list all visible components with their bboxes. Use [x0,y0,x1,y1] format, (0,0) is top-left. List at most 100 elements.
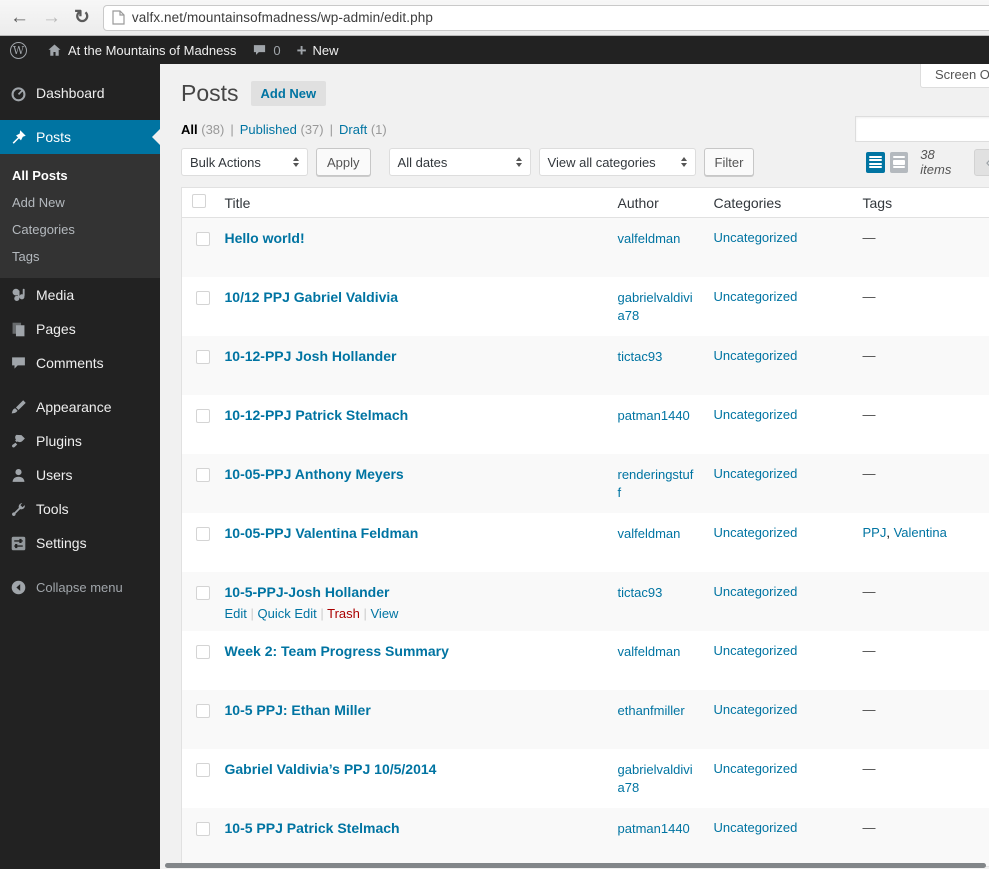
author-link[interactable]: gabrielvaldivia78 [618,762,693,796]
post-title-link[interactable]: 10-05-PPJ Valentina Feldman [225,525,419,541]
sidebar-item-tags[interactable]: Tags [0,243,160,270]
author-link[interactable]: patman1440 [618,821,690,836]
bulk-actions-select[interactable]: Bulk Actions [181,148,308,176]
category-link[interactable]: Uncategorized [714,230,798,245]
select-arrows-icon [680,157,687,167]
excerpt-view-icon[interactable] [889,151,909,173]
sidebar-item-pages[interactable]: Pages [0,312,160,346]
post-title-link[interactable]: 10-5 PPJ: Ethan Miller [225,702,371,718]
row-checkbox[interactable] [196,349,211,364]
site-name-item[interactable]: At the Mountains of Madness [47,43,236,58]
first-page-button[interactable]: « [973,148,989,176]
dates-filter-select[interactable]: All dates [388,148,531,176]
post-title-link[interactable]: Hello world! [225,230,305,246]
author-link[interactable]: tictac93 [618,585,663,600]
row-action-trash[interactable]: Trash [327,606,360,621]
category-link[interactable]: Uncategorized [714,525,798,540]
category-link[interactable]: Uncategorized [714,820,798,835]
view-draft-link[interactable]: Draft (1) [339,122,387,137]
category-link[interactable]: Uncategorized [714,702,798,717]
column-header-title[interactable]: Title [214,187,608,218]
horizontal-scrollbar[interactable] [165,863,986,868]
filter-button[interactable]: Filter [703,148,755,176]
category-link[interactable]: Uncategorized [714,289,798,304]
search-posts-input[interactable] [855,116,989,142]
dashboard-icon [8,83,28,103]
sidebar-item-plugins[interactable]: Plugins [0,424,160,458]
new-item[interactable]: + New [297,42,339,59]
wp-admin-bar: W At the Mountains of Madness 0 + New [0,36,989,64]
sidebar-item-users[interactable]: Users [0,458,160,492]
sidebar-item-add-new[interactable]: Add New [0,189,160,216]
author-link[interactable]: valfeldman [618,231,681,246]
row-checkbox[interactable] [196,526,211,541]
url-text: valfx.net/mountainsofmadness/wp-admin/ed… [131,10,433,25]
category-link[interactable]: Uncategorized [714,643,798,658]
post-title-link[interactable]: 10-12-PPJ Josh Hollander [225,348,397,364]
no-tags-dash: — [862,406,876,422]
row-checkbox[interactable] [196,703,211,718]
sidebar-item-dashboard[interactable]: Dashboard [0,76,160,110]
select-all-checkbox[interactable] [192,194,206,208]
back-icon[interactable]: ← [10,8,29,27]
row-checkbox[interactable] [196,644,211,659]
sidebar-item-tools[interactable]: Tools [0,492,160,526]
post-title-link[interactable]: 10-5 PPJ Patrick Stelmach [225,820,400,836]
post-title-link[interactable]: 10/12 PPJ Gabriel Valdivia [225,289,399,305]
post-title-link[interactable]: Gabriel Valdivia’s PPJ 10/5/2014 [225,761,437,777]
wordpress-logo-icon[interactable]: W [10,41,27,59]
title-cell: 10-12-PPJ Josh Hollander [215,336,608,395]
tag-link[interactable]: PPJ [863,525,887,540]
category-link[interactable]: Uncategorized [714,466,798,481]
post-title-link[interactable]: 10-5-PPJ-Josh Hollander [225,584,390,600]
select-arrows-icon [515,157,522,167]
row-checkbox[interactable] [196,821,211,836]
row-checkbox[interactable] [196,762,211,777]
page-title: Posts [181,80,239,106]
sidebar-item-appearance[interactable]: Appearance [0,390,160,424]
add-new-button[interactable]: Add New [250,81,327,106]
category-link[interactable]: Uncategorized [714,584,798,599]
category-link[interactable]: Uncategorized [714,348,798,363]
view-published-link[interactable]: Published (37) [240,122,324,137]
address-bar[interactable]: valfx.net/mountainsofmadness/wp-admin/ed… [102,4,989,31]
row-checkbox[interactable] [196,232,211,246]
sidebar-item-comments[interactable]: Comments [0,346,160,380]
author-link[interactable]: valfeldman [618,644,681,659]
sidebar-item-settings[interactable]: Settings [0,526,160,560]
row-action-quick-edit[interactable]: Quick Edit [258,606,317,621]
apply-button[interactable]: Apply [316,148,371,176]
screen-options-tab[interactable]: Screen Options [920,64,989,88]
author-link[interactable]: valfeldman [618,526,681,541]
row-checkbox[interactable] [196,408,211,423]
row-action-edit[interactable]: Edit [225,606,247,621]
tag-link[interactable]: Valentina [894,525,947,540]
tags-cell: — [853,277,989,336]
author-link[interactable]: patman1440 [618,408,690,423]
post-title-link[interactable]: 10-12-PPJ Patrick Stelmach [225,407,409,423]
post-title-link[interactable]: Week 2: Team Progress Summary [225,643,449,659]
reload-icon[interactable]: ↻ [74,8,90,27]
author-link[interactable]: ethanfmiller [618,703,685,718]
new-label: New [312,42,339,58]
sidebar-item-all-posts[interactable]: All Posts [0,162,160,189]
author-link[interactable]: renderingstuff [618,467,694,501]
comments-bubble-icon [252,43,267,57]
author-link[interactable]: tictac93 [618,349,663,364]
comments-bubble-item[interactable]: 0 [252,43,281,58]
sidebar-item-posts[interactable]: Posts [0,120,160,154]
collapse-menu-button[interactable]: Collapse menu [0,570,160,604]
list-view-icon[interactable] [866,151,885,173]
view-all-link[interactable]: All (38) [181,122,224,137]
post-title-link[interactable]: 10-05-PPJ Anthony Meyers [225,466,404,482]
sidebar-item-media[interactable]: Media [0,278,160,312]
row-checkbox[interactable] [196,585,211,600]
sidebar-item-categories[interactable]: Categories [0,216,160,243]
row-action-view[interactable]: View [371,606,399,621]
row-checkbox[interactable] [196,290,211,305]
category-link[interactable]: Uncategorized [714,761,798,776]
row-checkbox[interactable] [196,467,211,482]
author-link[interactable]: gabrielvaldivia78 [618,290,693,324]
category-link[interactable]: Uncategorized [714,407,798,422]
categories-filter-select[interactable]: View all categories [538,148,696,176]
